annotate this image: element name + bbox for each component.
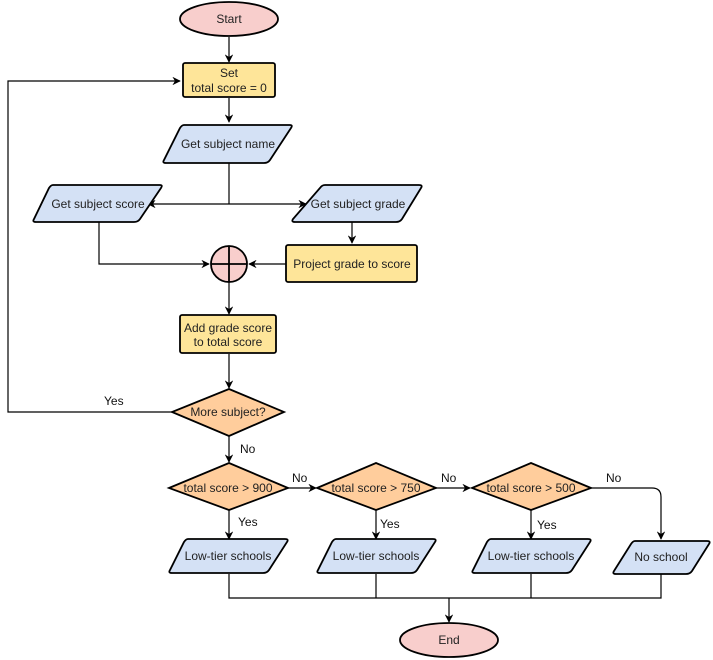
label-d500-yes: Yes bbox=[537, 518, 557, 532]
node-start[interactable]: Start bbox=[179, 1, 279, 37]
edge-more-yes-loop bbox=[7, 76, 181, 413]
node-end[interactable]: End bbox=[399, 622, 499, 658]
flowchart-canvas: Yes No No Yes No Yes No Yes Start Set to… bbox=[7, 1, 711, 658]
node-project-label: Project grade to score bbox=[293, 257, 411, 271]
label-d900-yes: Yes bbox=[238, 515, 258, 529]
node-more-subject[interactable]: More subject? bbox=[169, 388, 287, 437]
node-more-subject-label: More subject? bbox=[190, 405, 266, 419]
label-more-no: No bbox=[240, 442, 256, 456]
node-start-label: Start bbox=[216, 12, 242, 26]
node-d750[interactable]: total score > 750 bbox=[314, 462, 439, 511]
edge-score-to-junction bbox=[98, 222, 210, 269]
node-add-score-line1: Add grade score bbox=[184, 321, 272, 335]
edge-outputs-merge bbox=[228, 574, 662, 599]
node-d900-label: total score > 900 bbox=[183, 481, 272, 495]
node-out3[interactable]: Low-tier schools bbox=[471, 538, 592, 574]
node-set-total-line1: Set bbox=[220, 66, 239, 80]
node-add-score[interactable]: Add grade score to total score bbox=[179, 314, 277, 354]
node-get-grade[interactable]: Get subject grade bbox=[291, 184, 423, 223]
node-get-name[interactable]: Get subject name bbox=[162, 124, 293, 164]
node-summing-junction[interactable] bbox=[210, 245, 248, 283]
node-end-label: End bbox=[438, 633, 459, 647]
node-add-score-line2: to total score bbox=[194, 335, 263, 349]
node-out1-label: Low-tier schools bbox=[185, 549, 272, 563]
node-out3-label: Low-tier schools bbox=[488, 549, 575, 563]
node-set-total[interactable]: Set total score = 0 bbox=[182, 62, 276, 98]
node-d500[interactable]: total score > 500 bbox=[469, 462, 594, 511]
node-set-total-line2: total score = 0 bbox=[191, 81, 267, 95]
node-d900[interactable]: total score > 900 bbox=[166, 462, 291, 511]
node-get-score[interactable]: Get subject score bbox=[32, 184, 163, 223]
node-get-grade-label: Get subject grade bbox=[311, 197, 406, 211]
node-get-score-label: Get subject score bbox=[51, 197, 145, 211]
label-more-yes: Yes bbox=[104, 394, 124, 408]
node-out4[interactable]: No school bbox=[612, 540, 711, 575]
node-out2-label: Low-tier schools bbox=[333, 549, 420, 563]
node-get-name-label: Get subject name bbox=[181, 137, 275, 151]
edge-d500-no bbox=[591, 487, 666, 540]
node-project[interactable]: Project grade to score bbox=[285, 244, 418, 283]
label-d900-no: No bbox=[292, 471, 308, 485]
label-d750-no: No bbox=[441, 471, 457, 485]
label-d500-no: No bbox=[606, 471, 622, 485]
node-d750-label: total score > 750 bbox=[331, 481, 420, 495]
edges bbox=[7, 37, 666, 623]
node-out2[interactable]: Low-tier schools bbox=[316, 538, 437, 574]
node-out1[interactable]: Low-tier schools bbox=[168, 538, 289, 574]
label-d750-yes: Yes bbox=[380, 517, 400, 531]
node-out4-label: No school bbox=[634, 550, 687, 564]
node-d500-label: total score > 500 bbox=[486, 481, 575, 495]
